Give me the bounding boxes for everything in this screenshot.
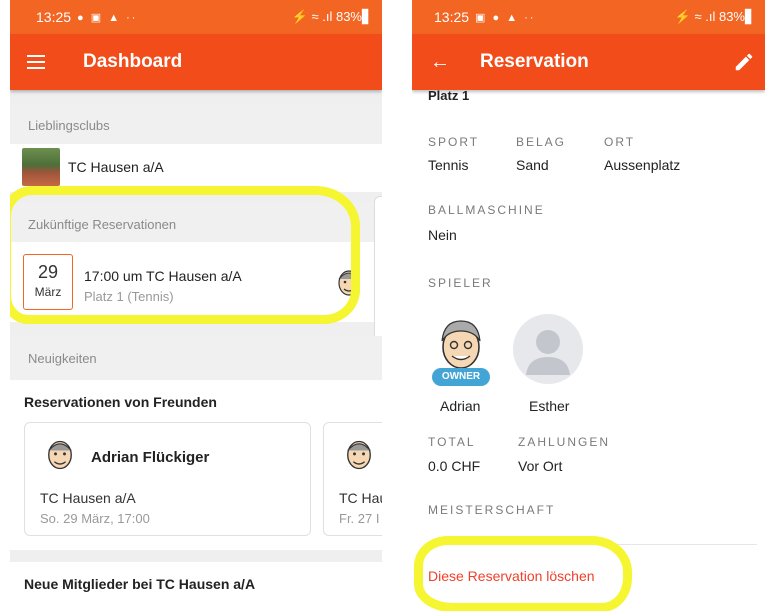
page-title: Reservation xyxy=(480,51,589,72)
favorites-header: Lieblingsclubs xyxy=(10,103,382,147)
next-reservation-card-edge[interactable] xyxy=(374,196,382,341)
new-members-header: Neue Mitglieder bei TC Hausen a/A xyxy=(24,576,256,592)
new-members-section: Neue Mitglieder bei TC Hausen a/A xyxy=(10,562,382,611)
reservation-month: März xyxy=(34,285,62,299)
status-time: 13:25 xyxy=(434,9,470,25)
friends-header: Reservationen von Freunden xyxy=(24,394,217,410)
payments-value: Vor Ort xyxy=(518,458,563,474)
friend-reservation-time: So. 29 März, 17:00 xyxy=(40,511,150,526)
divider xyxy=(428,544,757,545)
friend-club: TC Hausen a/A xyxy=(40,490,136,506)
reservation-day: 29 xyxy=(37,262,59,282)
sport-label: SPORT xyxy=(428,135,480,149)
location-value: Aussenplatz xyxy=(604,157,681,173)
friend-reservation-time: Fr. 27 I xyxy=(339,511,380,526)
location-label: ORT xyxy=(604,135,636,149)
ball-machine-label: BALLMASCHINE xyxy=(428,203,545,217)
back-arrow-icon[interactable]: ← xyxy=(430,51,450,74)
friends-section: Reservationen von Freunden Adrian Flücki… xyxy=(10,380,382,550)
pencil-icon[interactable] xyxy=(733,51,755,73)
surface-value: Sand xyxy=(516,157,549,173)
dashboard-screen: 13:25 ● ▣ ▲ ·· ⚡ ≈ .ıl 83%▋ Dashboard Li… xyxy=(10,0,382,611)
friend-reservation-card[interactable]: Adrian Flückiger TC Hausen a/A So. 29 Mä… xyxy=(24,422,311,536)
sport-value: Tennis xyxy=(428,157,469,173)
reservation-subtitle: Platz 1 (Tennis) xyxy=(84,289,174,304)
total-label: TOTAL xyxy=(428,435,476,449)
owner-avatar-icon[interactable] xyxy=(430,313,492,375)
payments-label: ZAHLUNGEN xyxy=(518,435,611,449)
championship-label: MEISTERSCHAFT xyxy=(428,503,556,517)
app-bar: ← Reservation xyxy=(412,34,765,90)
friend-avatar-icon xyxy=(48,440,72,470)
notification-icons: ● ▣ ▲ ·· xyxy=(77,11,138,24)
player-avatar-icon xyxy=(338,270,360,296)
court-name-partial: Platz 1 xyxy=(428,88,470,100)
upcoming-header: Zukünftige Reservationen xyxy=(10,202,382,246)
status-time: 13:25 xyxy=(36,9,72,25)
news-header: Neuigkeiten xyxy=(10,336,382,380)
app-bar: Dashboard xyxy=(10,34,382,90)
status-right: ⚡ ≈ .ıl 83%▋ xyxy=(674,9,755,24)
friend-name: Adrian Flückiger xyxy=(91,449,210,466)
favorite-club-row[interactable]: TC Hausen a/A xyxy=(10,144,382,192)
delete-reservation-button[interactable]: Diese Reservation löschen xyxy=(428,568,595,584)
reservation-screen: 13:25 ▣ ● ▲ ·· ⚡ ≈ .ıl 83%▋ ← Reservatio… xyxy=(412,0,765,611)
player-name: Adrian xyxy=(440,398,481,414)
reservation-row[interactable]: 29 März 17:00 um TC Hausen a/A Platz 1 (… xyxy=(10,242,382,322)
players-label: SPIELER xyxy=(428,276,493,290)
status-bar: 13:25 ● ▣ ▲ ·· ⚡ ≈ .ıl 83%▋ xyxy=(10,0,382,34)
favorite-club-name: TC Hausen a/A xyxy=(68,159,164,175)
player-name: Esther xyxy=(529,398,570,414)
surface-label: BELAG xyxy=(516,135,567,149)
menu-icon[interactable] xyxy=(27,55,47,69)
club-thumbnail xyxy=(22,148,60,186)
ball-machine-value: Nein xyxy=(428,227,457,243)
total-value: 0.0 CHF xyxy=(428,458,481,474)
reservation-title: 17:00 um TC Hausen a/A xyxy=(84,268,242,284)
status-right: ⚡ ≈ .ıl 83%▋ xyxy=(291,9,372,24)
status-bar: 13:25 ▣ ● ▲ ·· ⚡ ≈ .ıl 83%▋ xyxy=(412,0,765,34)
default-avatar-icon[interactable] xyxy=(512,313,584,385)
owner-badge: OWNER xyxy=(432,368,490,386)
reservation-date: 29 März xyxy=(23,254,73,310)
friend-avatar-icon xyxy=(347,440,371,470)
friend-reservation-card[interactable]: TC Hau Fr. 27 I xyxy=(323,422,382,536)
notification-icons: ▣ ● ▲ ·· xyxy=(475,11,536,24)
friend-club: TC Hau xyxy=(339,490,382,506)
page-title: Dashboard xyxy=(83,51,183,72)
